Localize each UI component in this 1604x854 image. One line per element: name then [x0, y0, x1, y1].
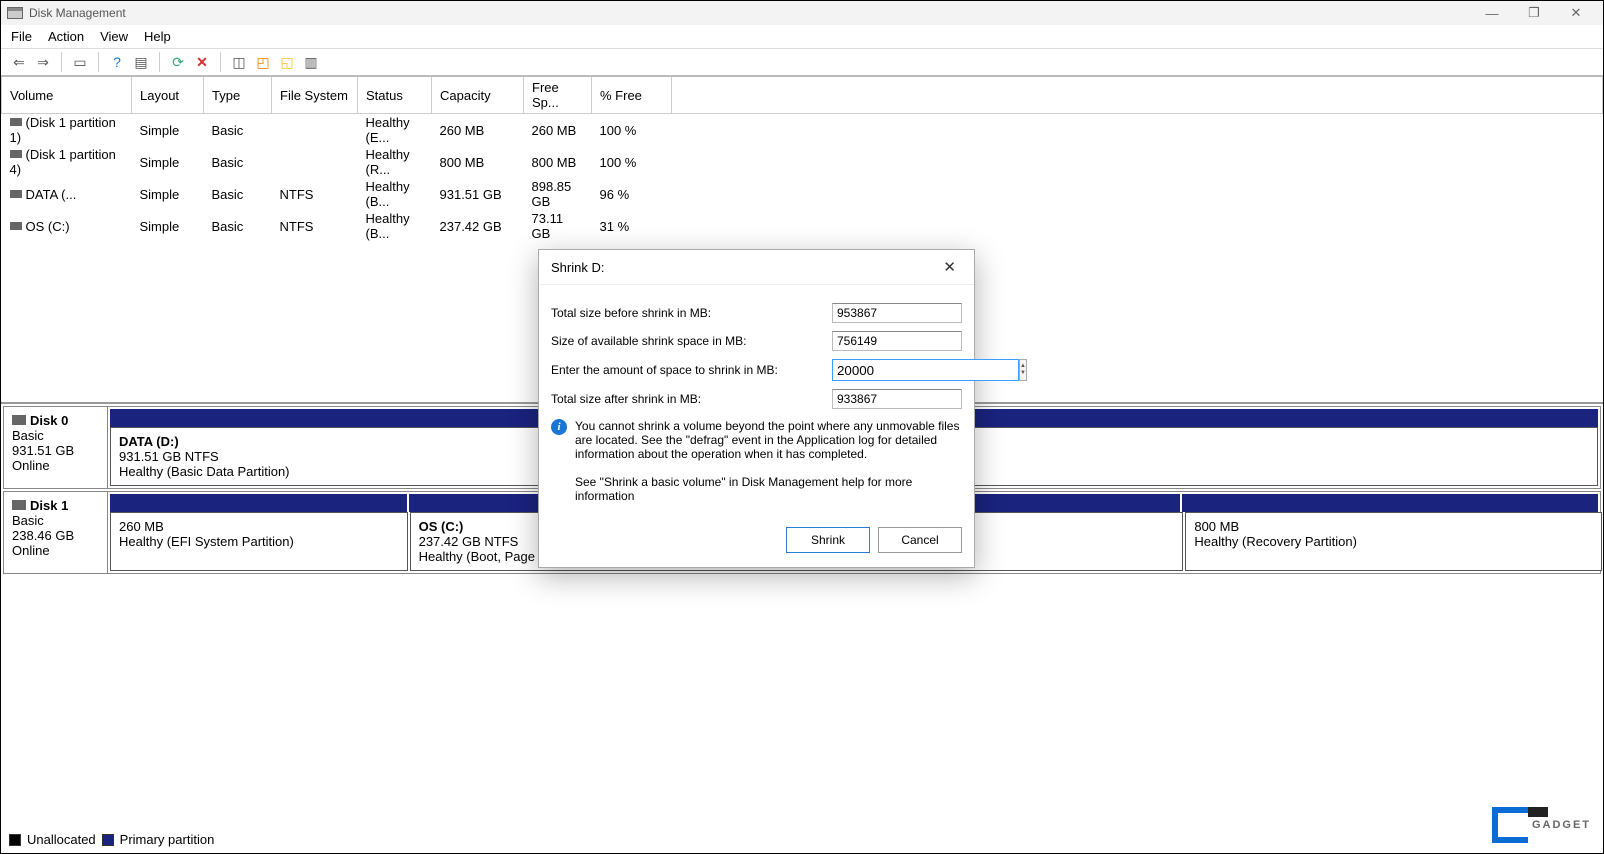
cancel-button[interactable]: Cancel — [878, 527, 962, 553]
dialog-close-icon[interactable]: ✕ — [937, 258, 962, 276]
total-before-label: Total size before shrink in MB: — [551, 306, 832, 320]
avail-shrink-label: Size of available shrink space in MB: — [551, 334, 832, 348]
spinner-down-icon[interactable]: ▼ — [1020, 370, 1026, 377]
dialog-overlay: Shrink D: ✕ Total size before shrink in … — [1, 1, 1603, 853]
shrink-amount-input[interactable] — [832, 359, 1019, 381]
spinner-arrows[interactable]: ▲▼ — [1019, 359, 1027, 381]
shrink-dialog: Shrink D: ✕ Total size before shrink in … — [538, 249, 975, 568]
shrink-button[interactable]: Shrink — [786, 527, 870, 553]
total-before-value: 953867 — [832, 303, 962, 323]
avail-shrink-value: 756149 — [832, 331, 962, 351]
warning-text-1: You cannot shrink a volume beyond the po… — [575, 419, 962, 461]
info-icon: i — [551, 419, 567, 435]
shrink-amount-spinner[interactable]: ▲▼ — [832, 359, 962, 381]
enter-amount-label: Enter the amount of space to shrink in M… — [551, 363, 832, 377]
spinner-up-icon[interactable]: ▲ — [1020, 363, 1026, 370]
dialog-title: Shrink D: — [551, 260, 604, 275]
total-after-value: 933867 — [832, 389, 962, 409]
total-after-label: Total size after shrink in MB: — [551, 392, 832, 406]
warning-text-2: See "Shrink a basic volume" in Disk Mana… — [575, 475, 962, 503]
dialog-titlebar: Shrink D: ✕ — [539, 250, 974, 285]
